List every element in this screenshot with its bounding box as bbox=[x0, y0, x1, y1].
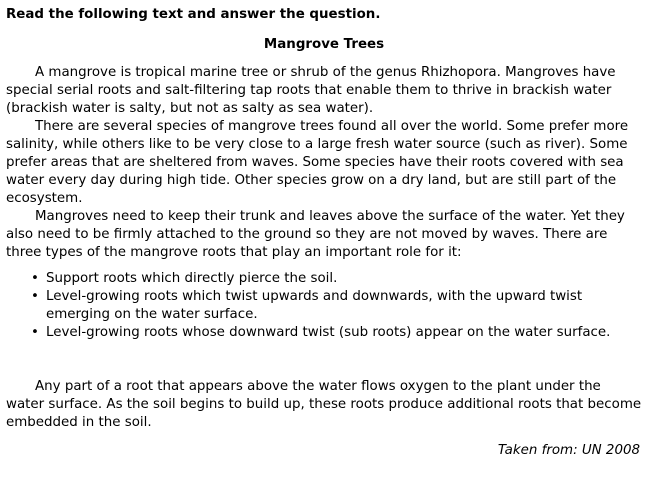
paragraph-1: A mangrove is tropical marine tree or sh… bbox=[6, 65, 616, 116]
source-citation: Taken from: UN 2008 bbox=[497, 443, 640, 458]
list-item: • Support roots which directly pierce th… bbox=[30, 270, 642, 288]
list-item: • Level-growing roots which twist upward… bbox=[30, 288, 642, 324]
list-item-text: Support roots which directly pierce the … bbox=[46, 271, 338, 286]
closing-paragraph: Any part of a root that appears above th… bbox=[6, 379, 642, 430]
list-item-text: Level-growing roots which twist upwards … bbox=[46, 289, 583, 322]
paragraph-3: Mangroves need to keep their trunk and l… bbox=[6, 209, 625, 260]
bullet-icon: • bbox=[31, 325, 39, 340]
instruction-text: Read the following text and answer the q… bbox=[6, 7, 381, 22]
list-item: • Level-growing roots whose downward twi… bbox=[30, 324, 642, 342]
reading-passage: Read the following text and answer the q… bbox=[6, 6, 642, 460]
paragraph-2: There are several species of mangrove tr… bbox=[6, 119, 629, 206]
bullet-icon: • bbox=[31, 271, 39, 286]
list-item-text: Level-growing roots whose downward twist… bbox=[46, 325, 611, 340]
passage-title: Mangrove Trees bbox=[263, 37, 385, 52]
bullet-icon: • bbox=[31, 289, 39, 304]
root-types-list: • Support roots which directly pierce th… bbox=[6, 270, 642, 342]
